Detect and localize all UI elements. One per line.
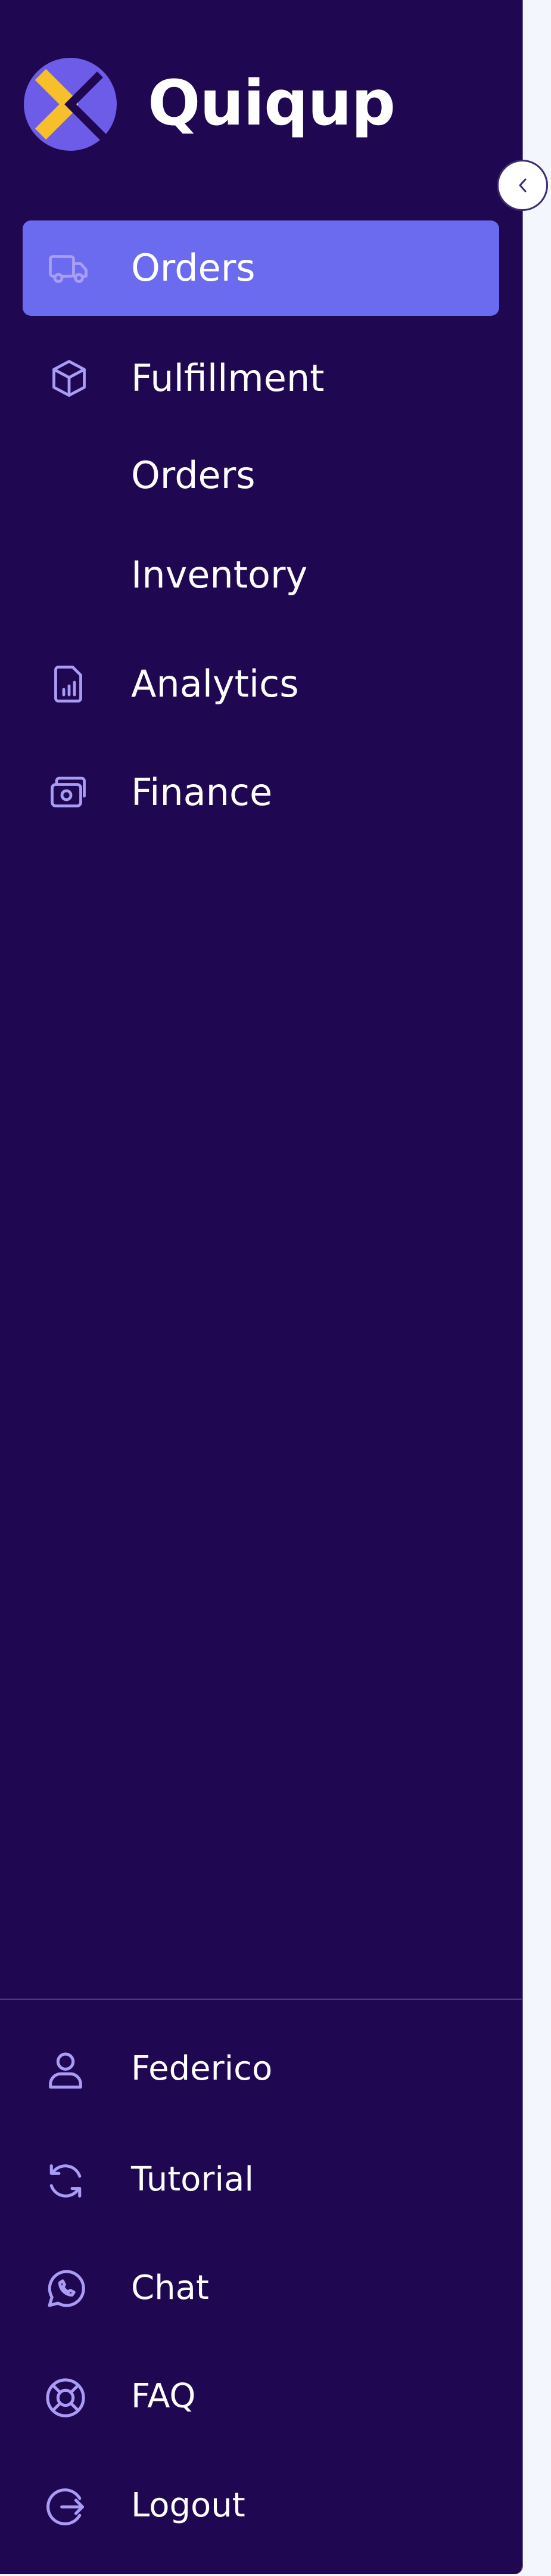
brand-name: Quiqup [148, 67, 396, 139]
chevron-left-icon [519, 178, 527, 192]
user-icon [49, 2052, 82, 2089]
chat-label: Chat [131, 2269, 209, 2307]
nav-label-analytics: Analytics [131, 662, 299, 706]
lifebuoy-icon [46, 2378, 85, 2417]
sidebar: Quiqup Orders Fulfillment Orders Invento… [0, 0, 523, 2574]
nav-item-orders[interactable]: Orders [23, 220, 499, 316]
whatsapp-icon [48, 2270, 85, 2307]
faq-item[interactable]: FAQ [43, 2355, 496, 2438]
nav-label-orders: Orders [131, 246, 256, 290]
tutorial-label: Tutorial [131, 2160, 254, 2199]
brand-logo[interactable]: Quiqup [23, 57, 440, 152]
faq-label: FAQ [131, 2377, 196, 2416]
quiqup-logo-icon [24, 58, 117, 151]
user-name: Federico [131, 2049, 273, 2088]
nav-item-fulfillment[interactable]: Fulfillment [23, 331, 499, 426]
tutorial-item[interactable]: Tutorial [43, 2138, 496, 2221]
wallet-icon [51, 776, 86, 807]
nav-label-finance: Finance [131, 770, 273, 814]
user-profile-item[interactable]: Federico [43, 2027, 496, 2111]
refresh-icon [49, 2164, 82, 2198]
subnav-item-inventory[interactable]: Inventory [131, 539, 307, 611]
box-icon [52, 360, 86, 397]
logout-label: Logout [131, 2486, 245, 2525]
report-icon [54, 666, 82, 703]
chat-item[interactable]: Chat [43, 2246, 496, 2330]
logout-icon [46, 2488, 85, 2526]
truck-icon [49, 255, 88, 283]
nav-item-analytics[interactable]: Analytics [23, 636, 499, 732]
sidebar-divider [0, 1999, 522, 2000]
logout-item[interactable]: Logout [43, 2464, 496, 2547]
subnav-item-fulfillment-orders[interactable]: Orders [131, 440, 256, 511]
nav-item-finance[interactable]: Finance [23, 745, 499, 840]
nav-label-fulfillment: Fulfillment [131, 356, 325, 400]
collapse-sidebar-button[interactable] [497, 160, 548, 211]
